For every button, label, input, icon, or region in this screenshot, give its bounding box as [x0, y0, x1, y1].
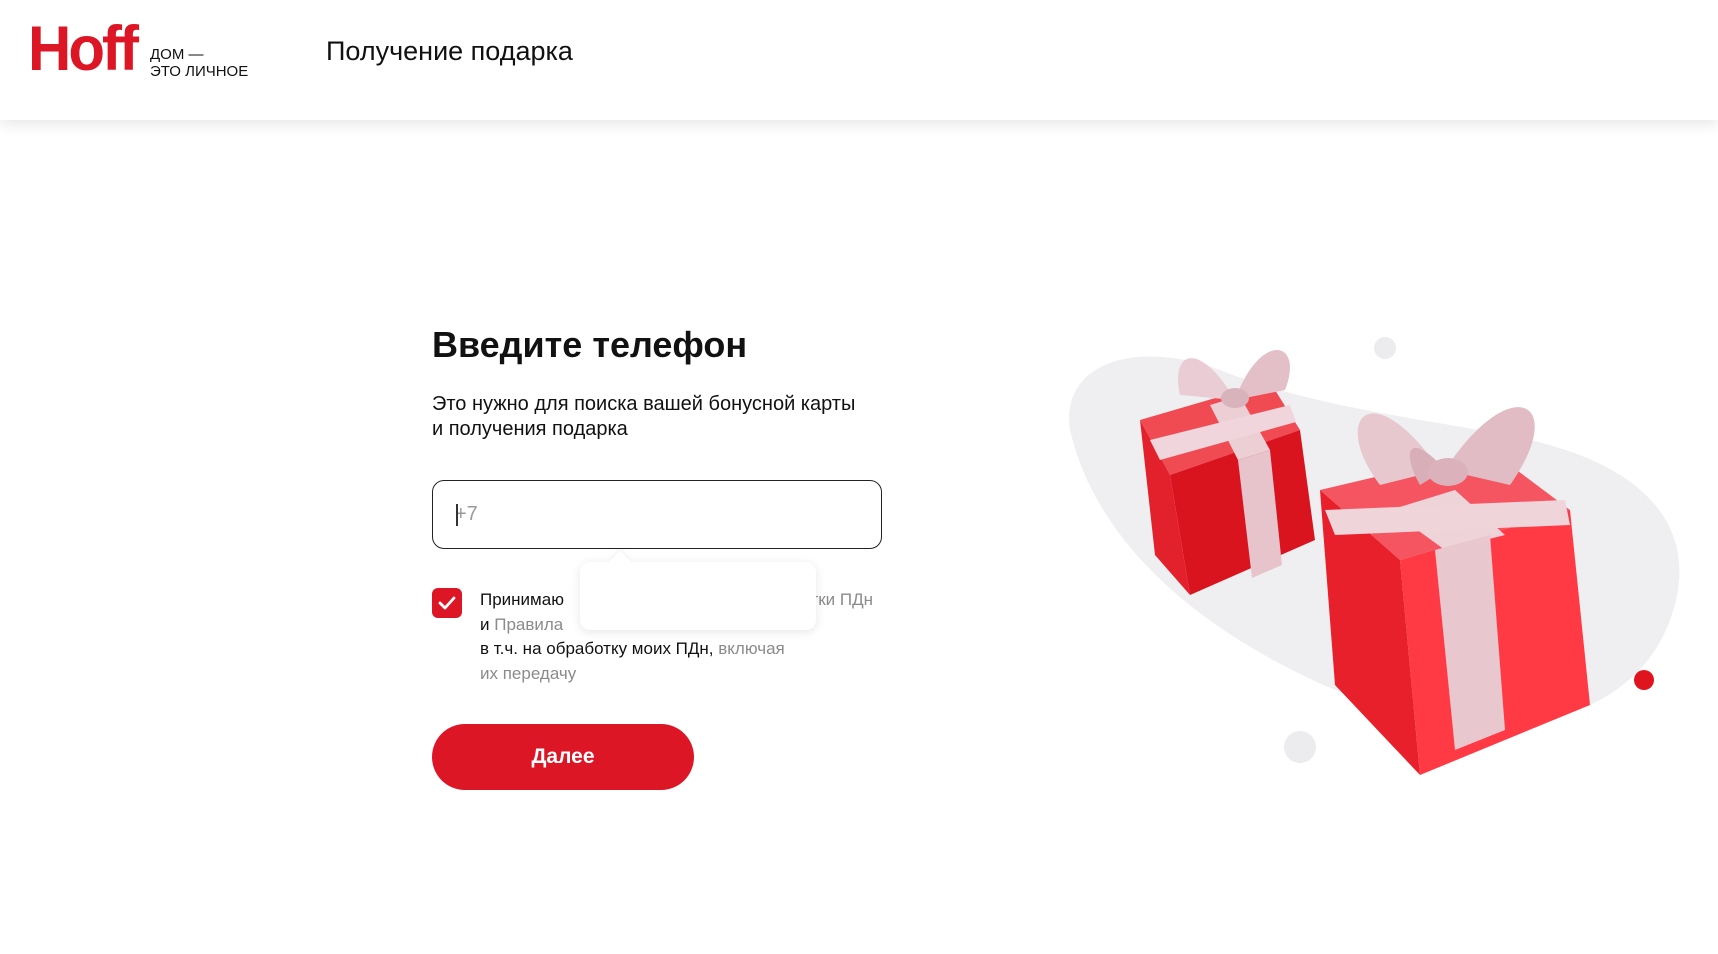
- consent-accept-text: Принимаю: [480, 590, 564, 609]
- next-button[interactable]: Далее: [432, 724, 694, 790]
- form-heading: Введите телефон: [432, 324, 748, 365]
- text-caret: [456, 504, 458, 526]
- input-tooltip-popup: [580, 562, 816, 630]
- form-description: Это нужно для поиска вашей бонусной карт…: [432, 393, 856, 440]
- transfer-link-part-1[interactable]: включая: [718, 639, 784, 658]
- phone-input[interactable]: [432, 480, 882, 549]
- consent-processing-text: в т.ч. на обработку моих ПДн,: [480, 639, 714, 658]
- consent-and-text: и: [480, 614, 490, 634]
- program-rules-link[interactable]: Правила: [494, 615, 563, 634]
- check-icon: [438, 596, 456, 610]
- gift-boxes-illustration: [1069, 337, 1680, 775]
- consent-line-3: в т.ч. на обработку моих ПДн, включая: [480, 637, 890, 662]
- consent-checkbox[interactable]: [432, 588, 462, 618]
- logo-tagline: ДОМ — ЭТО ЛИЧНОЕ: [150, 46, 248, 80]
- page-title: Получение подарка: [326, 36, 573, 66]
- page-header: Hoff ДОМ — ЭТО ЛИЧНОЕ Получение подарка: [0, 0, 1718, 120]
- transfer-link-part-2[interactable]: их передачу: [480, 664, 576, 683]
- consent-line-4: их передачу: [480, 662, 890, 687]
- logo-wordmark: Hoff: [28, 13, 139, 84]
- hoff-logo[interactable]: Hoff ДОМ — ЭТО ЛИЧНОЕ: [28, 13, 268, 86]
- logo-tagline-line-1: ДОМ —: [150, 46, 204, 63]
- logo-tagline-line-2: ЭТО ЛИЧНОЕ: [150, 63, 249, 80]
